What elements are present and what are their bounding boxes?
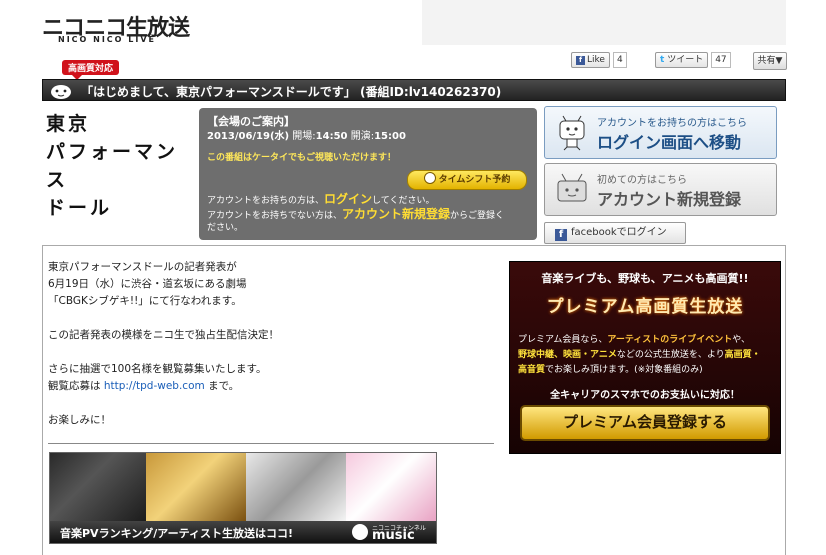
facebook-like[interactable]: f Like 4: [571, 52, 627, 68]
open-label: 開場:: [292, 131, 316, 142]
music-banner-bar: 音楽PVランキング/アーティスト生放送はココ! ニコニコチャンネル music: [50, 521, 436, 543]
program-description: 東京パフォーマンスドールの記者発表が 6月19日（水）に渋谷・道玄坂にある劇場 …: [48, 259, 488, 446]
program-name-line: ドール: [46, 197, 113, 219]
facebook-like-button[interactable]: f Like: [571, 52, 610, 68]
signup-instruction-cont: ださい。: [207, 223, 244, 233]
niconico-music-logo: ニコニコチャンネル music: [350, 523, 434, 543]
desc-line: まで。: [204, 380, 240, 392]
program-name-line: 東京: [46, 113, 91, 135]
twitter-bird-icon: t: [660, 55, 665, 65]
desc-line: 「CBGKシブゲキ!!」にて行なわれます。: [48, 295, 242, 307]
premium-highlight: 野球中継、映画・アニメ: [518, 350, 617, 360]
desc-paragraph: さらに抽選で100名様を観覧募集いたします。 観覧応募は http://tpd-…: [48, 361, 488, 395]
start-label: 開演:: [350, 131, 375, 142]
desc-paragraph: 東京パフォーマンスドールの記者発表が 6月19日（水）に渋谷・道玄坂にある劇場 …: [48, 259, 488, 310]
premium-carrier-note: 全キャリアのスマホでのお支払いに対応！: [550, 390, 740, 401]
desc-line: 6月19日（水）に渋谷・道玄坂にある劇場: [48, 278, 247, 290]
desc-line: 観覧応募は: [48, 380, 104, 392]
music-channel-icon: [352, 524, 368, 540]
divider: [48, 443, 494, 444]
desc-paragraph: この記者発表の模様をニコ生で独占生配信決定！: [48, 329, 279, 341]
music-banner-caption: 音楽PVランキング/アーティスト生放送はココ!: [60, 527, 293, 540]
tweet-count: 47: [711, 52, 731, 68]
like-label: Like: [587, 55, 605, 65]
facebook-icon: f: [576, 56, 585, 65]
artist-photo: [346, 453, 436, 521]
premium-text: や、: [732, 335, 751, 345]
login-link[interactable]: ログイン: [324, 192, 372, 206]
premium-body: プレミアム会員なら、アーティストのライブイベントや、 野球中継、映画・アニメなど…: [518, 333, 776, 378]
program-title-bar: 「はじめまして、東京パフォーマンスドールです」 (番組ID:lv14026237…: [42, 79, 786, 101]
venue-date: 2013/06/19(水): [207, 131, 290, 142]
premium-banner[interactable]: 音楽ライブも、野球も、アニメも高画質!! プレミアム高画質生放送 プレミアム会員…: [509, 261, 781, 454]
top-ad-banner: [422, 0, 786, 45]
premium-highlight: 高音質: [518, 365, 546, 375]
share-button[interactable]: 共有▼: [753, 52, 787, 70]
premium-register-button[interactable]: プレミアム会員登録する: [520, 405, 770, 441]
signup-small-text: 初めての方はこちら: [597, 175, 687, 186]
signup-instruction: アカウントをお持ちでない方は、アカウント新規登録からご登録く: [207, 205, 504, 222]
program-title: 「はじめまして、東京パフォーマンスドールです」 (番組ID:lv14026237…: [81, 85, 502, 99]
login-button[interactable]: アカウントをお持ちの方はこちら ログイン画面へ移動: [544, 106, 777, 159]
open-time: 14:50: [315, 131, 348, 142]
signup-instruction-post: からご登録く: [450, 211, 505, 221]
niconico-tv-icon: [557, 173, 587, 202]
mobile-viewing-note: この番組はケータイでもご視聴いただけます！: [207, 153, 397, 163]
premium-title: プレミアム高画質生放送: [546, 297, 744, 317]
premium-highlight: アーティストのライブイベント: [607, 335, 733, 345]
premium-text: でお楽しみ頂けます。(※対象番組のみ): [545, 365, 703, 375]
facebook-icon: f: [555, 229, 567, 241]
signup-big-text: アカウント新規登録: [597, 190, 742, 209]
niconico-tv-face-icon: [51, 85, 71, 99]
premium-highlight: 高画質・: [724, 350, 761, 360]
tweet-button[interactable]: t ツイート: [655, 52, 709, 68]
venue-time: 2013/06/19(水) 開場:14:50 開演:15:00: [207, 127, 406, 142]
login-big-text: ログイン画面へ移動: [597, 133, 742, 152]
artist-photo: [246, 453, 346, 521]
tweet-label: ツイート: [667, 55, 704, 65]
music-channel-name: music: [372, 528, 415, 543]
signup-button[interactable]: 初めての方はこちら アカウント新規登録: [544, 163, 777, 216]
facebook-login-label: facebookでログイン: [571, 227, 667, 238]
tpd-web-link[interactable]: http://tpd-web.com: [104, 380, 205, 392]
like-count: 4: [612, 52, 627, 68]
timeshift-reserve-button[interactable]: タイムシフト予約: [407, 170, 527, 190]
timeshift-label: タイムシフト予約: [438, 175, 511, 185]
premium-top-text: 音楽ライブも、野球も、アニメも高画質!!: [541, 272, 749, 285]
clock-icon: [423, 172, 436, 184]
desc-paragraph: お楽しみに！: [48, 414, 111, 426]
login-small-text: アカウントをお持ちの方はこちら: [597, 118, 747, 129]
hq-badge: 高画質対応: [62, 60, 120, 80]
program-name-image: 東京 パフォーマンス ドール: [46, 110, 194, 230]
facebook-login-button[interactable]: f facebookでログイン: [544, 222, 686, 244]
signup-link[interactable]: アカウント新規登録: [342, 207, 450, 221]
venue-info-box: 【会場のご案内】 2013/06/19(水) 開場:14:50 開演:15:00…: [199, 108, 537, 240]
artist-photo: [50, 453, 146, 521]
music-channel-banner[interactable]: 音楽PVランキング/アーティスト生放送はココ! ニコニコチャンネル music: [49, 452, 437, 544]
premium-text: プレミアム会員なら、: [518, 335, 608, 345]
niconico-mascot-icon: [559, 115, 585, 151]
niconico-live-logo[interactable]: ニコニコ生放送 NICO NICO LIVE: [42, 10, 190, 48]
desc-line: 東京パフォーマンスドールの記者発表が: [48, 261, 237, 273]
program-name-line: パフォーマンス: [46, 141, 179, 191]
start-time: 15:00: [374, 131, 406, 142]
artist-photo: [146, 453, 246, 521]
desc-line: さらに抽選で100名様を観覧募集いたします。: [48, 363, 267, 375]
logo-sub-text: NICO NICO LIVE: [58, 35, 156, 44]
twitter-tweet[interactable]: t ツイート 47: [655, 52, 731, 68]
premium-text: などの公式生放送を、より: [616, 350, 725, 360]
